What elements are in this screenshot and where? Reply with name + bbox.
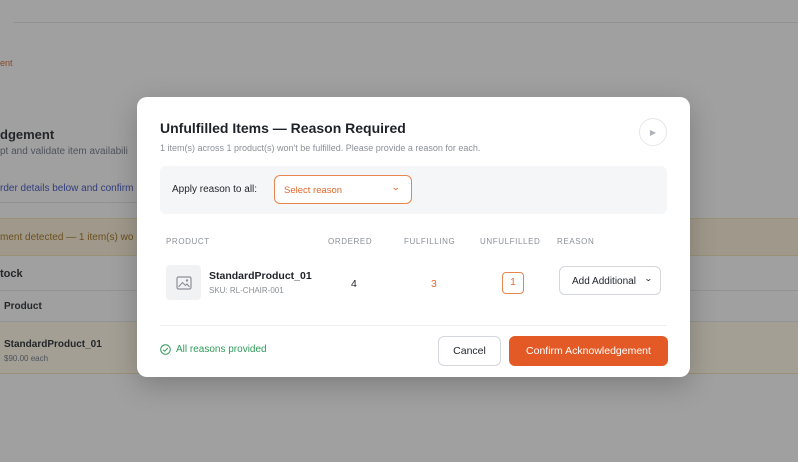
column-header-unfulfilled: UNFULFILLED (480, 237, 541, 246)
product-name: StandardProduct_01 (209, 270, 312, 282)
column-header-ordered: ORDERED (328, 237, 373, 246)
image-icon (175, 275, 192, 290)
column-header-fulfilling: FULFILLING (404, 237, 456, 246)
table-row: StandardProduct_01 SKU: RL-CHAIR-001 4 3… (160, 261, 667, 309)
modal-subtitle: 1 item(s) across 1 product(s) won't be f… (160, 143, 481, 153)
product-thumbnail (166, 265, 201, 300)
apply-reason-select[interactable]: Select reason ⌄ (274, 175, 412, 204)
fulfilling-qty: 3 (431, 278, 437, 290)
ordered-qty: 4 (351, 278, 357, 290)
unfulfilled-qty-badge: 1 (502, 272, 524, 294)
arrow-right-icon: ▶ (649, 127, 657, 137)
validation-status: All reasons provided (160, 344, 267, 355)
apply-reason-placeholder: Select reason (284, 185, 343, 196)
apply-reason-bar: Apply reason to all: Select reason ⌄ (160, 166, 667, 214)
reason-select[interactable]: Add Additional ⌄ (559, 266, 661, 295)
chevron-down-icon: ⌄ (644, 274, 654, 283)
validation-status-text: All reasons provided (176, 344, 267, 355)
footer-divider (160, 325, 667, 326)
modal-title: Unfulfilled Items — Reason Required (160, 120, 406, 136)
items-table-header: PRODUCT ORDERED FULFILLING UNFULFILLED R… (160, 237, 667, 249)
product-sku: SKU: RL-CHAIR-001 (209, 286, 284, 295)
cancel-button[interactable]: Cancel (438, 336, 501, 366)
unfulfilled-reason-modal: Unfulfilled Items — Reason Required 1 it… (137, 97, 690, 377)
confirm-acknowledgement-button[interactable]: Confirm Acknowledgement (509, 336, 668, 366)
column-header-reason: REASON (557, 237, 595, 246)
apply-reason-label: Apply reason to all: (172, 184, 258, 195)
check-circle-icon (160, 344, 171, 355)
column-header-product: PRODUCT (166, 237, 210, 246)
reason-select-value: Add Additional (572, 276, 636, 287)
chevron-down-icon: ⌄ (391, 182, 402, 192)
close-button[interactable]: ▶ (639, 118, 667, 146)
